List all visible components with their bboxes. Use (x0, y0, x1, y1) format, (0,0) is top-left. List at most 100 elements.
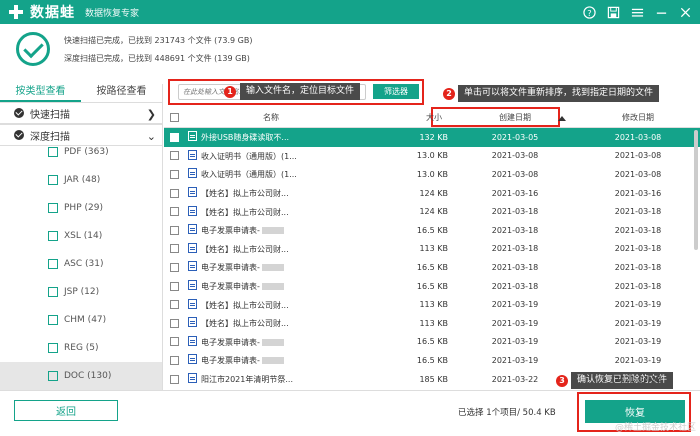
table-header: 名称 大小 创建日期 修改日期 (164, 108, 700, 128)
chevron-down-icon: ⌄ (146, 130, 156, 143)
file-size: 185 KB (419, 374, 448, 384)
row-checkbox[interactable] (169, 151, 179, 161)
file-created-date: 2021-03-18 (491, 207, 539, 217)
checkbox[interactable] (48, 147, 58, 157)
annotation-tip-1: 输入文件名，定位目标文件 (240, 83, 361, 100)
file-size: 113 KB (419, 244, 448, 254)
tree-item-doc[interactable]: DOC (130) (0, 362, 162, 390)
file-modified-date: 2021-03-16 (614, 188, 662, 198)
table-row[interactable]: 电子发票申请表- 16.5 KB 2021-03-19 2021-03-19 (164, 351, 700, 370)
checkbox[interactable] (48, 371, 58, 381)
table-row[interactable]: 外接USB随身碟读取不... 132 KB 2021-03-05 2021-03-08 (164, 128, 700, 147)
table-row[interactable]: 收入证明书（通用版）(1... 13.0 KB 2021-03-08 2021-03-… (164, 147, 700, 166)
table-row[interactable]: 电子发票申请表- 16.5 KB 2021-03-19 2021-03-19 (164, 333, 700, 352)
title-bar: 数据蛙 数据恢复专家 ? (0, 0, 700, 24)
bottom-bar: 返回 已选择 1个项目/ 50.4 KB 恢复 @稀土掘金技术社区 (0, 390, 700, 436)
row-checkbox[interactable] (169, 318, 179, 328)
document-file-icon (188, 187, 197, 198)
redacted-text (261, 338, 284, 346)
table-row[interactable]: 电子发票申请表- 16.5 KB 2021-03-18 2021-03-18 (164, 258, 700, 277)
document-file-icon (188, 354, 197, 365)
row-checkbox[interactable] (169, 225, 179, 235)
tree-item-jsp[interactable]: JSP (12) (0, 278, 162, 306)
tree-item-reg[interactable]: REG (5) (0, 334, 162, 362)
app-subtitle: 数据恢复专家 (85, 8, 140, 19)
row-checkbox[interactable] (169, 132, 179, 142)
menu-icon[interactable] (628, 3, 646, 21)
file-size: 132 KB (419, 132, 448, 142)
table-row[interactable]: 收入证明书（通用版）(1... 13.0 KB 2021-03-08 2021-03-… (164, 165, 700, 184)
checkbox[interactable] (48, 315, 58, 325)
row-checkbox[interactable] (169, 262, 179, 272)
table-row[interactable]: 阳江市2021年清明节祭... 185 KB 2021-03-22 2021-03-2… (164, 370, 700, 389)
file-size: 113 KB (419, 300, 448, 310)
checkbox[interactable] (48, 259, 58, 269)
tree-item-chm[interactable]: CHM (47) (0, 306, 162, 334)
file-created-date: 2021-03-08 (491, 169, 539, 179)
file-size: 16.5 KB (416, 262, 448, 272)
close-icon[interactable] (676, 3, 694, 21)
redacted-text (261, 264, 284, 272)
table-row[interactable]: 电子发票申请表- 16.5 KB 2021-03-18 2021-03-18 (164, 277, 700, 296)
row-checkbox[interactable] (169, 337, 179, 347)
document-file-icon (188, 335, 197, 346)
document-file-icon (188, 224, 197, 235)
row-checkbox[interactable] (169, 355, 179, 365)
file-modified-date: 2021-03-18 (614, 262, 662, 272)
scrollbar[interactable] (694, 130, 698, 250)
file-created-date: 2021-03-22 (491, 374, 539, 384)
tree-deep-scan[interactable]: 深度扫描 ⌄ (0, 124, 162, 146)
file-name: 收入证明书（通用版）(1... (201, 170, 297, 180)
file-size: 124 KB (419, 188, 448, 198)
tree-quick-scan-label: 快速扫描 (30, 109, 70, 121)
column-name[interactable]: 名称 (184, 112, 354, 123)
checkbox[interactable] (48, 287, 58, 297)
column-created-date[interactable]: 创建日期 (454, 112, 576, 123)
app-name: 数据蛙 (30, 5, 75, 21)
table-row[interactable]: 电子发票申请表- 16.5 KB 2021-03-18 2021-03-18 (164, 221, 700, 240)
file-name: 收入证明书（通用版）(1... (201, 151, 297, 161)
sort-ascending-icon (558, 116, 566, 121)
annotation-number-1: 1 (224, 86, 236, 98)
checkbox[interactable] (48, 231, 58, 241)
chevron-right-icon: ❯ (146, 108, 156, 121)
select-all-checkbox[interactable] (169, 113, 179, 122)
tree-item-jar[interactable]: JAR (48) (0, 166, 162, 194)
document-file-icon (188, 261, 197, 272)
row-checkbox[interactable] (169, 169, 179, 179)
back-button[interactable]: 返回 (14, 400, 118, 421)
checkbox[interactable] (48, 175, 58, 185)
document-file-icon (188, 317, 197, 328)
document-file-icon (188, 149, 197, 160)
row-checkbox[interactable] (169, 244, 179, 254)
save-icon[interactable] (604, 3, 622, 21)
row-checkbox[interactable] (169, 281, 179, 291)
column-modified-date[interactable]: 修改日期 (576, 112, 700, 123)
table-row[interactable]: 【姓名】拟上市公司财... 113 KB 2021-03-19 2021-03-19 (164, 295, 700, 314)
left-panel: 按类型查看 按路径查看 快速扫描 ❯ 深度扫描 ⌄ PDF (363) JAR … (0, 84, 163, 390)
table-row[interactable]: 【姓名】拟上市公司财... 113 KB 2021-03-18 2021-03-18 (164, 240, 700, 259)
checkbox[interactable] (48, 343, 58, 353)
table-row[interactable]: 【姓名】拟上市公司财... 124 KB 2021-03-18 2021-03-18 (164, 202, 700, 221)
tab-by-path[interactable]: 按路径查看 (81, 84, 162, 102)
tree-quick-scan[interactable]: 快速扫描 ❯ (0, 102, 162, 124)
tree-item-xsl[interactable]: XSL (14) (0, 222, 162, 250)
file-name: 【姓名】拟上市公司财... (201, 319, 289, 329)
file-created-date: 2021-03-19 (491, 318, 539, 328)
row-checkbox[interactable] (169, 188, 179, 198)
file-size: 124 KB (419, 207, 448, 217)
checkbox[interactable] (48, 203, 58, 213)
help-icon[interactable]: ? (580, 3, 598, 21)
row-checkbox[interactable] (169, 207, 179, 217)
row-checkbox[interactable] (169, 300, 179, 310)
file-created-date: 2021-03-08 (491, 151, 539, 161)
table-row[interactable]: 【姓名】拟上市公司财... 124 KB 2021-03-16 2021-03-16 (164, 184, 700, 203)
table-row[interactable]: 【姓名】拟上市公司财... 113 KB 2021-03-19 2021-03-19 (164, 314, 700, 333)
tree-item-asc[interactable]: ASC (31) (0, 250, 162, 278)
file-modified-date: 2021-03-18 (614, 207, 662, 217)
minimize-icon[interactable] (652, 3, 670, 21)
tree-item-php[interactable]: PHP (29) (0, 194, 162, 222)
row-checkbox[interactable] (169, 374, 179, 384)
column-size[interactable]: 大小 (354, 112, 454, 123)
tab-by-type[interactable]: 按类型查看 (0, 84, 81, 102)
